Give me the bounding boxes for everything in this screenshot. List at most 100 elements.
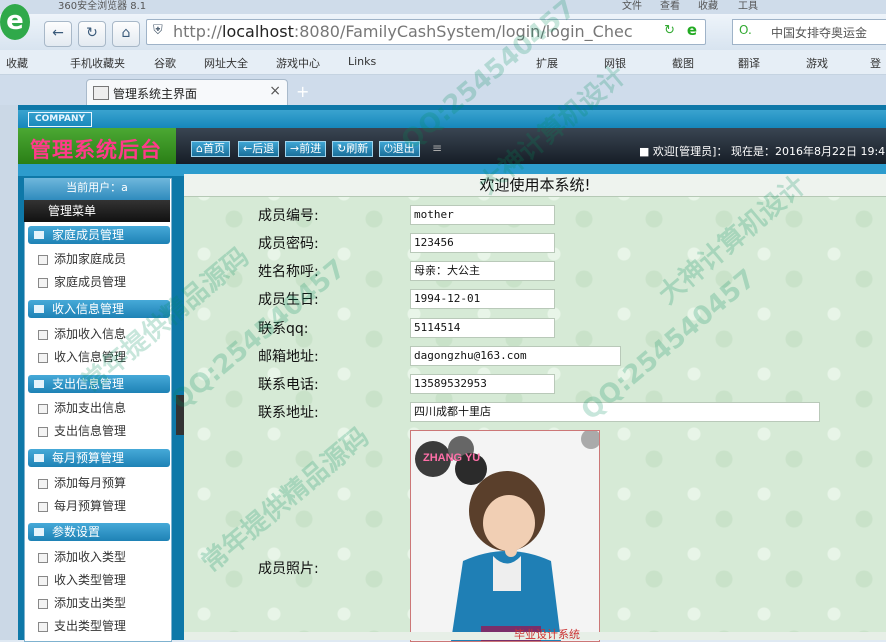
field-address[interactable]: 四川成都十里店 <box>410 402 820 422</box>
nav-home-button[interactable]: ⌂首页 <box>191 141 230 157</box>
toolbar-translate[interactable]: 翻译 <box>738 55 760 71</box>
home-icon: ⌂ <box>196 142 203 155</box>
back-icon[interactable]: ← <box>44 21 72 47</box>
page-icon <box>38 352 48 363</box>
label-member-id: 成员编号: <box>258 208 319 224</box>
page-icon <box>38 598 48 609</box>
nav-logout-button[interactable]: ⏻退出 <box>379 141 420 157</box>
group-income[interactable]: 收入信息管理 <box>28 300 170 318</box>
label-name: 姓名称呼: <box>258 264 319 280</box>
field-member-id[interactable]: mother <box>410 205 555 225</box>
folder-icon <box>34 380 44 388</box>
group-expense[interactable]: 支出信息管理 <box>28 375 170 393</box>
group-budget[interactable]: 每月预算管理 <box>28 449 170 467</box>
page-title: 管理系统后台 <box>30 138 162 162</box>
search-input[interactable]: O. 中国女排夺奥运金 <box>732 19 886 45</box>
reload-icon[interactable]: ↻ <box>78 21 106 47</box>
new-tab-icon[interactable]: + <box>296 82 309 101</box>
menu-view[interactable]: 查看 <box>660 0 680 12</box>
menu-manage-expense[interactable]: 支出信息管理 <box>38 422 126 439</box>
toolbar-extensions[interactable]: 扩展 <box>536 55 558 71</box>
menu-manage-budget[interactable]: 每月预算管理 <box>38 497 126 514</box>
label-address: 联系地址: <box>258 405 319 421</box>
menu-file[interactable]: 文件 <box>622 0 642 12</box>
collapse-handle[interactable] <box>176 395 184 435</box>
menu-add-member[interactable]: 添加家庭成员 <box>38 250 126 267</box>
menu-add-expense-type[interactable]: 添加支出类型 <box>38 594 126 611</box>
field-email[interactable]: dagongzhu@163.com <box>410 346 621 366</box>
company-bar <box>18 110 886 128</box>
power-icon: ⏻ <box>384 142 393 155</box>
page-icon <box>38 478 48 489</box>
page-icon <box>38 621 48 632</box>
folder-icon <box>34 528 44 536</box>
nav-back-button[interactable]: ←后退 <box>238 141 280 157</box>
bookmark-favorites[interactable]: 收藏 <box>6 55 28 71</box>
home-icon[interactable]: ⌂ <box>112 21 140 47</box>
menu-add-income[interactable]: 添加收入信息 <box>38 325 126 342</box>
label-password: 成员密码: <box>258 236 319 252</box>
label-qq: 联系qq: <box>258 321 309 337</box>
menu-manage-expense-type[interactable]: 支出类型管理 <box>38 617 126 634</box>
group-settings[interactable]: 参数设置 <box>28 523 170 541</box>
shield-icon: ⛨ <box>153 23 163 38</box>
page-icon <box>38 277 48 288</box>
folder-icon <box>34 231 44 239</box>
url-text: http://localhost:8080/FamilyCashSystem/l… <box>173 22 633 41</box>
page-icon <box>38 403 48 414</box>
menu-tools[interactable]: 工具 <box>738 0 758 12</box>
menu-manage-income-type[interactable]: 收入类型管理 <box>38 571 126 588</box>
toolbar-games[interactable]: 游戏 <box>806 55 828 71</box>
nav-refresh-button[interactable]: ↻刷新 <box>332 141 374 157</box>
company-logo: COMPANY <box>28 112 92 127</box>
bookmark-mobile[interactable]: 手机收藏夹 <box>70 55 125 71</box>
page-icon <box>38 575 48 586</box>
toolbar-bank[interactable]: 网银 <box>604 55 626 71</box>
field-password[interactable]: 123456 <box>410 233 555 253</box>
bookmark-games[interactable]: 游戏中心 <box>276 55 320 71</box>
field-phone[interactable]: 13589532953 <box>410 374 555 394</box>
label-birthday: 成员生日: <box>258 292 319 308</box>
bookmarks-bar: 收藏 手机收藏夹 谷歌 网址大全 游戏中心 Links 扩展 网银 截图 翻译 … <box>0 50 886 75</box>
welcome-user: ■ 欢迎[管理员]： 现在是：2016年8月22日 19:4 <box>639 145 886 158</box>
bookmark-links[interactable]: Links <box>348 55 376 68</box>
group-family-members[interactable]: 家庭成员管理 <box>28 226 170 244</box>
nav-forward-button[interactable]: →前进 <box>285 141 327 157</box>
forward-icon: → <box>290 142 300 155</box>
field-qq[interactable]: 5114514 <box>410 318 555 338</box>
tab-main[interactable]: 管理系统主界面 × <box>86 79 288 106</box>
toolbar-screenshot[interactable]: 截图 <box>672 55 694 71</box>
browser-title-bar: 360安全浏览器 8.1 文件 查看 收藏 工具 <box>0 0 886 14</box>
menu-icon: ≡ <box>432 141 443 155</box>
menu-manage-members[interactable]: 家庭成员管理 <box>38 273 126 290</box>
label-email: 邮箱地址: <box>258 349 319 365</box>
toolbar-login[interactable]: 登 <box>870 55 881 71</box>
member-photo: ZHANG YU <box>410 430 600 642</box>
close-tab-icon[interactable]: × <box>269 83 281 99</box>
window-title: 360安全浏览器 8.1 <box>58 1 147 12</box>
search-text: 中国女排夺奥运金 <box>771 26 868 40</box>
tab-title: 管理系统主界面 <box>113 87 198 101</box>
label-phone: 联系电话: <box>258 377 319 393</box>
refresh-icon[interactable]: ↻ <box>664 23 675 38</box>
ie-mode-icon[interactable]: e <box>687 21 697 39</box>
page-icon <box>38 254 48 265</box>
menu-favorites[interactable]: 收藏 <box>698 0 718 12</box>
menu-add-income-type[interactable]: 添加收入类型 <box>38 548 126 565</box>
menu-add-budget[interactable]: 添加每月预算 <box>38 474 126 491</box>
bookmark-hao[interactable]: 网址大全 <box>204 55 248 71</box>
menu-manage-income[interactable]: 收入信息管理 <box>38 348 126 365</box>
field-name[interactable]: 母亲：大公主 <box>410 261 555 281</box>
address-bar[interactable]: ⛨ http://localhost:8080/FamilyCashSystem… <box>146 19 706 45</box>
bookmark-google[interactable]: 谷歌 <box>154 55 176 71</box>
current-user: 当前用户：a <box>24 178 170 200</box>
footer: 毕业设计系统 <box>184 628 886 641</box>
menu-add-expense[interactable]: 添加支出信息 <box>38 399 126 416</box>
menu-header: 管理菜单 <box>24 200 170 222</box>
field-birthday[interactable]: 1994-12-01 <box>410 289 555 309</box>
browser-side-strip <box>0 105 18 640</box>
browser-logo-icon[interactable]: e <box>0 4 30 40</box>
photo-caption: ZHANG YU <box>423 452 480 464</box>
page-icon <box>38 552 48 563</box>
refresh-icon: ↻ <box>337 142 347 155</box>
